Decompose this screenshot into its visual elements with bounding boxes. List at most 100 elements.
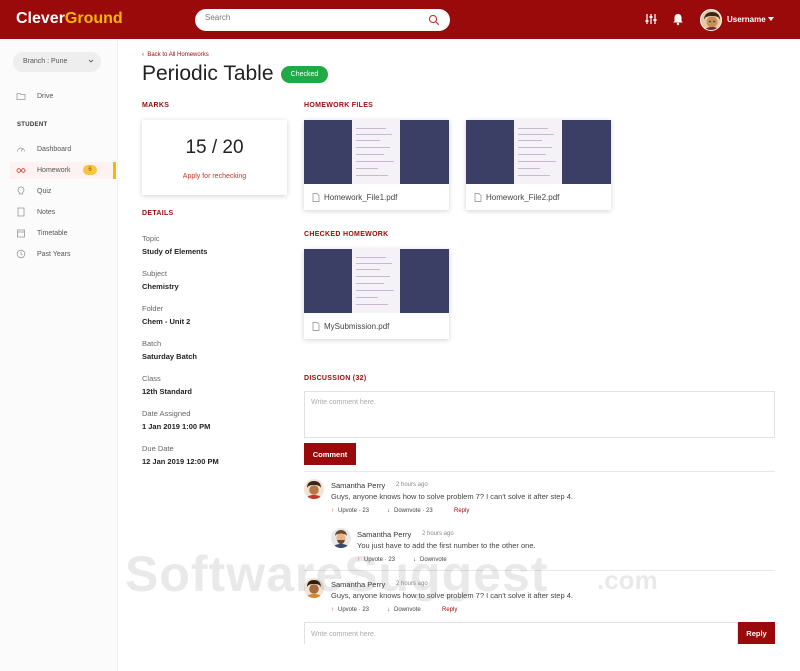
sidebar-item-dashboard[interactable]: Dashboard (10, 141, 116, 158)
detail-value: Chem - Unit 2 (142, 317, 191, 326)
divider (304, 471, 775, 472)
reply-link[interactable]: Reply (442, 607, 457, 613)
arrow-up-icon: ↑ (357, 557, 360, 563)
comment-text: Guys, anyone knows how to solve problem … (331, 492, 573, 501)
details-heading: DETAILS (142, 210, 174, 217)
sidebar-item-label: Dashboard (37, 146, 72, 153)
comment-author[interactable]: Samantha Perry (357, 530, 411, 539)
arrow-down-icon: ↓ (387, 508, 390, 514)
username[interactable]: Username (727, 15, 766, 24)
marks-score: 15 / 20 (185, 137, 244, 158)
status-badge: Checked (281, 66, 328, 83)
sidebar-item-quiz[interactable]: Quiz (10, 183, 116, 200)
reply-input[interactable] (305, 624, 737, 645)
filter-sliders-icon[interactable] (644, 12, 658, 26)
comment-textarea-wrapper[interactable] (304, 391, 775, 438)
comment-textarea[interactable] (305, 392, 774, 437)
homework-files-heading: HOMEWORK FILES (304, 102, 374, 109)
detail-value: Saturday Batch (142, 352, 198, 361)
marks-heading: MARKS (142, 102, 170, 109)
search-bar[interactable] (195, 9, 450, 31)
sidebar: Branch : Pune Drive STUDENT Dashboard Ho… (0, 39, 118, 671)
sidebar-item-label: Homework (37, 167, 71, 174)
calendar-icon (17, 229, 25, 238)
search-icon[interactable] (428, 14, 440, 26)
folder-icon (16, 93, 26, 100)
sidebar-item-past-years[interactable]: Past Years (10, 246, 116, 263)
avatar[interactable] (304, 578, 324, 598)
comment-time: 2 hours ago (396, 482, 428, 488)
sidebar-item-label: Quiz (37, 188, 52, 195)
detail-label: Topic (142, 234, 160, 243)
detail-value: Study of Elements (142, 247, 208, 256)
sidebar-item-timetable[interactable]: Timetable (10, 225, 116, 242)
chevron-down-icon (88, 59, 94, 63)
branch-select[interactable]: Branch : Pune (13, 52, 101, 72)
avatar[interactable] (331, 528, 351, 548)
comment-time: 2 hours ago (396, 581, 428, 587)
sidebar-item-label: Drive (37, 93, 54, 100)
discussion-heading: DISCUSSION (32) (304, 375, 367, 382)
sidebar-item-label: Past Years (37, 251, 71, 258)
clock-icon (16, 249, 26, 259)
bulb-icon (17, 186, 25, 195)
back-link[interactable]: ‹ Back to All Homeworks (142, 52, 209, 58)
file-name: Homework_File2.pdf (486, 193, 560, 202)
pdf-file-icon (312, 322, 320, 331)
upvote-button[interactable]: ↑ Upvote · 23 (357, 557, 395, 563)
arrow-up-icon: ↑ (331, 508, 334, 514)
dashboard-icon (17, 147, 25, 152)
detail-label: Folder (142, 304, 164, 313)
divider (304, 570, 775, 571)
file-thumbnail (304, 120, 449, 184)
reply-link[interactable]: Reply (454, 508, 469, 514)
detail-value: 12th Standard (142, 387, 193, 396)
arrow-down-icon: ↓ (413, 557, 416, 563)
downvote-button[interactable]: ↓ Downvote (413, 557, 447, 563)
detail-value: 12 Jan 2019 12:00 PM (142, 457, 219, 466)
comment-author[interactable]: Samantha Perry (331, 580, 385, 589)
reply-input-wrapper[interactable] (304, 622, 738, 645)
upvote-button[interactable]: ↑ Upvote · 23 (331, 607, 369, 613)
count-badge: 6 (83, 165, 97, 175)
comment-text: Guys, anyone knows how to solve problem … (331, 591, 573, 600)
recheck-link[interactable]: Apply for rechecking (142, 173, 287, 180)
comment-time: 2 hours ago (422, 531, 454, 537)
glasses-icon (16, 168, 26, 173)
page-title: Periodic Table (142, 62, 274, 85)
file-card[interactable]: Homework_File1.pdf (304, 120, 449, 210)
file-name: Homework_File1.pdf (324, 193, 398, 202)
bell-icon[interactable] (671, 12, 685, 26)
detail-label: Class (142, 374, 161, 383)
sidebar-section-title: STUDENT (17, 122, 48, 128)
pdf-file-icon (312, 193, 320, 202)
sidebar-item-notes[interactable]: Notes (10, 204, 116, 221)
detail-value: Chemistry (142, 282, 179, 291)
file-card[interactable]: Homework_File2.pdf (466, 120, 611, 210)
avatar[interactable] (700, 9, 722, 31)
chevron-down-icon[interactable] (768, 17, 774, 21)
sidebar-item-drive[interactable]: Drive (10, 88, 116, 105)
downvote-button[interactable]: ↓ Downvote (387, 607, 421, 613)
file-thumbnail (304, 249, 449, 313)
file-card[interactable]: MySubmission.pdf (304, 249, 449, 339)
upvote-button[interactable]: ↑ Upvote · 23 (331, 508, 369, 514)
file-thumbnail (466, 120, 611, 184)
sidebar-item-label: Timetable (37, 230, 68, 237)
comment-button[interactable]: Comment (304, 443, 356, 465)
branch-label: Branch : Pune (23, 58, 68, 65)
avatar[interactable] (304, 479, 324, 499)
file-name: MySubmission.pdf (324, 322, 390, 331)
comment-author[interactable]: Samantha Perry (331, 481, 385, 490)
marks-card: 15 / 20 Apply for rechecking (142, 120, 287, 195)
detail-label: Subject (142, 269, 168, 278)
detail-value: 1 Jan 2019 1:00 PM (142, 422, 211, 431)
active-indicator (113, 162, 116, 179)
arrow-up-icon: ↑ (331, 607, 334, 613)
top-bar: CleverGround Username (0, 0, 800, 39)
downvote-button[interactable]: ↓ Downvote · 23 (387, 508, 433, 514)
reply-button[interactable]: Reply (738, 622, 775, 644)
app-logo[interactable]: CleverGround (16, 10, 123, 28)
search-input[interactable] (205, 13, 420, 22)
sidebar-item-homework[interactable]: Homework 6 (10, 162, 116, 179)
